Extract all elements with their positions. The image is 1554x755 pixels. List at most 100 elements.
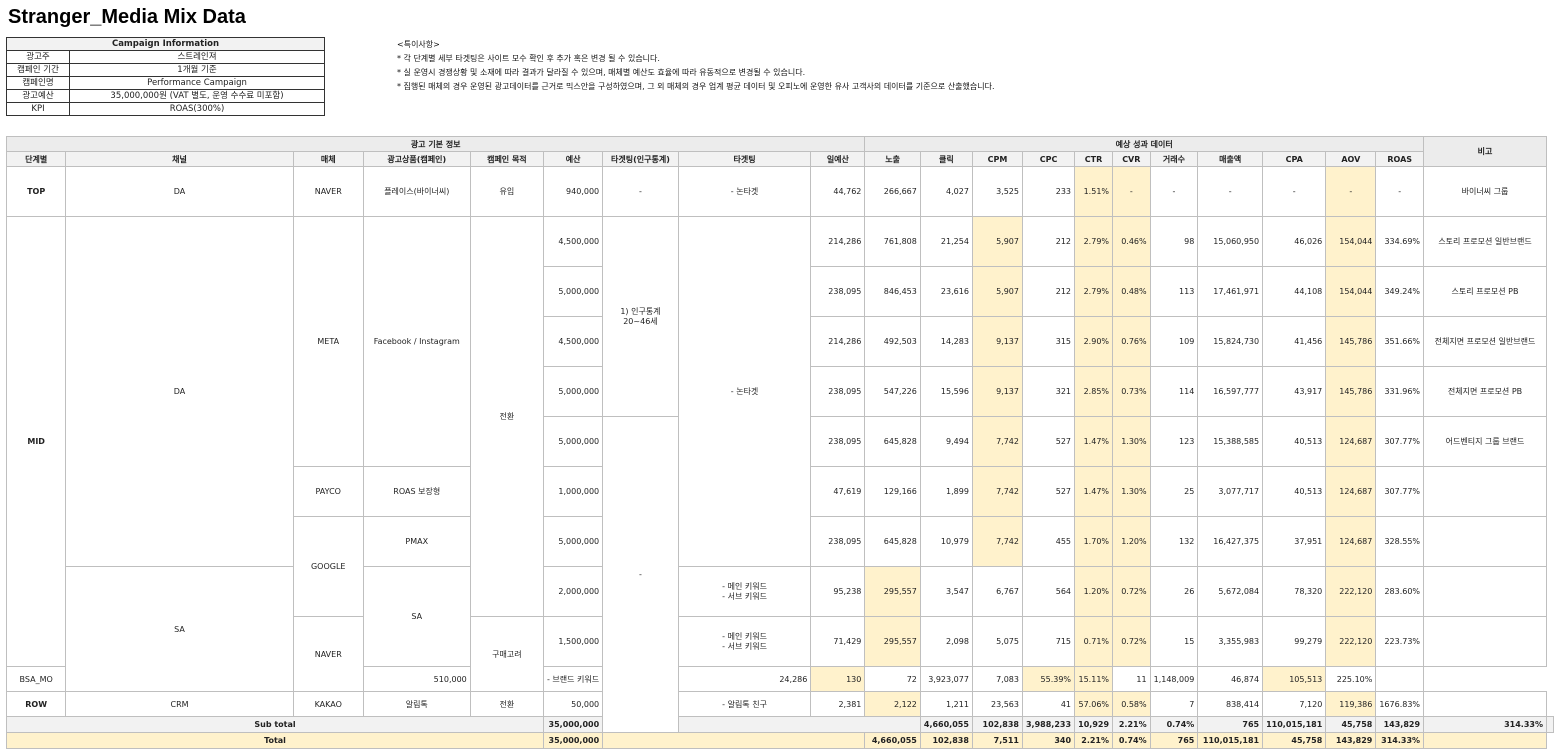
cvr-cell: 1.30% (1112, 416, 1151, 467)
total-aov: 143,829 (1325, 732, 1377, 749)
roas-cell: 328.55% (1375, 516, 1425, 567)
channel-cell: SA (65, 566, 294, 692)
subtotal-ctr: 2.21% (1112, 716, 1151, 733)
cpm-cell: 7,742 (971, 466, 1023, 517)
aov-cell: 119,386 (1325, 691, 1377, 717)
cpc-cell: 41 (1021, 691, 1076, 717)
col-header-cpc: CPC (1021, 151, 1076, 167)
roas-cell: 307.77% (1375, 466, 1425, 517)
clicks-cell: 23,616 (919, 266, 973, 317)
total-ctr: 2.21% (1074, 732, 1114, 749)
cvr-cell: 1.20% (1112, 516, 1151, 567)
purpose-cell: 전환 (469, 691, 545, 717)
budget-cell: 1,500,000 (542, 616, 604, 667)
sales-cell: 16,427,375 (1197, 516, 1264, 567)
product-cell: BSA_MO (5, 666, 67, 692)
cpa-cell: 46,874 (1197, 666, 1264, 692)
roas-cell: 307.77% (1375, 416, 1425, 467)
subtotal-sales: 110,015,181 (1262, 716, 1327, 733)
campaign-info-header: Campaign Information (6, 37, 325, 51)
roas-cell: 349.24% (1375, 266, 1425, 317)
budget-cell: 1,000,000 (542, 466, 604, 517)
transactions-cell: 123 (1149, 416, 1199, 467)
table-row: MID DA META Facebook / Instagram 전환 4,50… (5, 216, 1554, 667)
ctr-cell: 0.71% (1074, 616, 1114, 667)
ctr-cell: 55.39% (1021, 666, 1076, 692)
cvr-cell: 0.58% (1112, 691, 1151, 717)
media-cell: KAKAO (292, 691, 364, 717)
sales-cell: 838,414 (1197, 691, 1264, 717)
cpm-cell: 5,907 (971, 266, 1023, 317)
clicks-cell: 2,098 (919, 616, 973, 667)
col-header-product: 광고상품(캠페인) (362, 151, 471, 167)
aov-cell: 105,513 (1262, 666, 1327, 692)
col-header-purpose: 캠페인 목적 (469, 151, 545, 167)
note-cell: 바이너씨 그룹 (1423, 166, 1547, 217)
clicks-cell: 3,547 (919, 566, 973, 617)
subtotal-cpa: 45,758 (1325, 716, 1377, 733)
daily-budget-cell: 2,381 (810, 691, 866, 717)
cpc-cell: 564 (1021, 566, 1076, 617)
note-cell: 전체지면 프로모션 일반브랜드 (1423, 316, 1547, 367)
purpose-cell: 구매고려 (469, 616, 545, 692)
daily-budget-cell: 24,286 (677, 666, 812, 692)
col-header-cvr: CVR (1112, 151, 1151, 167)
special-notes: <특이사항> * 각 단계별 세부 타겟팅은 사이트 모수 확인 후 추가 혹은… (397, 38, 995, 94)
ctr-cell: 1.47% (1074, 466, 1114, 517)
sales-cell: 1,148,009 (1149, 666, 1199, 692)
media-cell: NAVER (292, 616, 364, 692)
ctr-cell: 2.85% (1074, 366, 1114, 417)
daily-budget-cell: 47,619 (810, 466, 866, 517)
aov-cell: 124,687 (1325, 516, 1377, 567)
impressions-cell: 266,667 (864, 166, 921, 217)
info-value: Performance Campaign (69, 76, 325, 90)
transactions-cell: - (1149, 166, 1199, 217)
aov-cell: 154,044 (1325, 266, 1377, 317)
total-row: Total 35,000,000 4,660,055 102,838 7,511… (6, 732, 1554, 749)
table-row: ROW CRM KAKAO 알림톡 전환 50,000 - 알림톡 친구 2,3… (5, 691, 1554, 717)
daily-budget-cell: 214,286 (810, 216, 866, 267)
cpc-cell: 212 (1021, 266, 1076, 317)
stage-cell: ROW (5, 691, 67, 717)
ctr-cell: 1.47% (1074, 416, 1114, 467)
aov-cell: - (1325, 166, 1377, 217)
notes-title: <특이사항> (397, 40, 440, 49)
col-header-sales: 매출액 (1197, 151, 1264, 167)
product-cell: Facebook / Instagram (362, 216, 471, 467)
daily-budget-cell: 71,429 (810, 616, 866, 667)
cpa-cell: 43,917 (1262, 366, 1327, 417)
targeting-line: - 메인 키워드 (722, 631, 767, 641)
demographic-cell: 1) 인구통계 20~46세 (602, 216, 679, 417)
note-cell: 전체지면 프로모션 PB (1423, 366, 1547, 417)
col-header-impressions: 노출 (864, 151, 921, 167)
note-cell: 어드벤티지 그룹 브랜드 (1423, 416, 1547, 467)
cpm-cell: 3,923,077 (919, 666, 973, 692)
note-cell: 스토리 프로모션 일반브랜드 (1423, 216, 1547, 267)
col-header-demographic: 타겟팅(인구통계) (602, 151, 679, 167)
clicks-cell: 72 (864, 666, 921, 692)
cpc-cell: 7,083 (971, 666, 1023, 692)
demographic-line: 20~46세 (623, 316, 658, 326)
note-cell (1423, 566, 1547, 617)
budget-cell: 5,000,000 (542, 516, 604, 567)
budget-cell: 50,000 (542, 691, 604, 717)
impressions-cell: 295,557 (864, 566, 921, 617)
budget-cell: 2,000,000 (542, 566, 604, 617)
purpose-cell: 전환 (469, 216, 545, 617)
sales-cell: 5,672,084 (1197, 566, 1264, 617)
roas-cell: 331.96% (1375, 366, 1425, 417)
total-cvr: 0.74% (1112, 732, 1151, 749)
targeting-cell: - 논타겟 (677, 166, 812, 217)
ctr-cell: 57.06% (1074, 691, 1114, 717)
note-cell (1423, 616, 1547, 667)
col-header-cpm: CPM (971, 151, 1023, 167)
cpc-cell: 527 (1021, 466, 1076, 517)
media-mix-table: 광고 기본 정보 예상 성과 데이터 비고 단계별 채널 매체 광고상품(캠페인… (5, 136, 1554, 749)
info-value: 1개월 기준 (69, 63, 325, 77)
sales-cell: 3,355,983 (1197, 616, 1264, 667)
cpc-cell: 455 (1021, 516, 1076, 567)
transactions-cell: 98 (1149, 216, 1199, 267)
cpa-cell: 41,456 (1262, 316, 1327, 367)
info-key: KPI (6, 102, 70, 116)
group-header-basic: 광고 기본 정보 (5, 136, 866, 152)
